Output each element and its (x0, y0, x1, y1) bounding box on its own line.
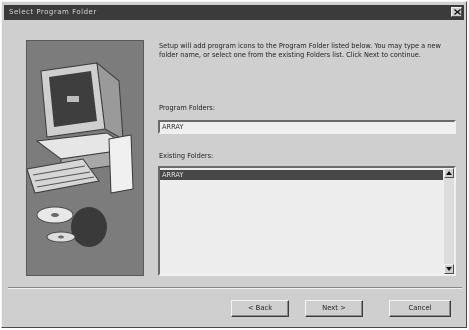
up-arrow-icon (446, 171, 452, 175)
window-title: Select Program Folder (9, 8, 97, 16)
setup-dialog: Select Program Folder Setup will add pro… (1, 1, 467, 328)
next-button[interactable]: Next > (305, 300, 363, 317)
program-folder-label: Program Folders: (159, 104, 215, 112)
instructions-text: Setup will add program icons to the Prog… (159, 42, 441, 59)
close-button[interactable] (451, 7, 462, 17)
existing-folders-label: Existing Folders: (159, 152, 214, 160)
program-folder-input[interactable]: ARRAY (158, 120, 456, 134)
button-divider (8, 287, 462, 289)
scroll-up-button[interactable] (444, 168, 454, 178)
down-arrow-icon (446, 267, 452, 271)
computer-illustration (27, 41, 143, 275)
title-bar[interactable]: Select Program Folder (4, 5, 464, 20)
setup-illustration (26, 40, 144, 276)
close-icon (454, 9, 461, 15)
existing-folders-list[interactable]: ARRAY (158, 166, 456, 276)
scroll-down-button[interactable] (444, 264, 454, 274)
cancel-button[interactable]: Cancel (389, 300, 451, 317)
list-scrollbar[interactable] (444, 168, 454, 274)
back-button[interactable]: < Back (231, 300, 289, 317)
list-item[interactable]: ARRAY (160, 170, 443, 180)
